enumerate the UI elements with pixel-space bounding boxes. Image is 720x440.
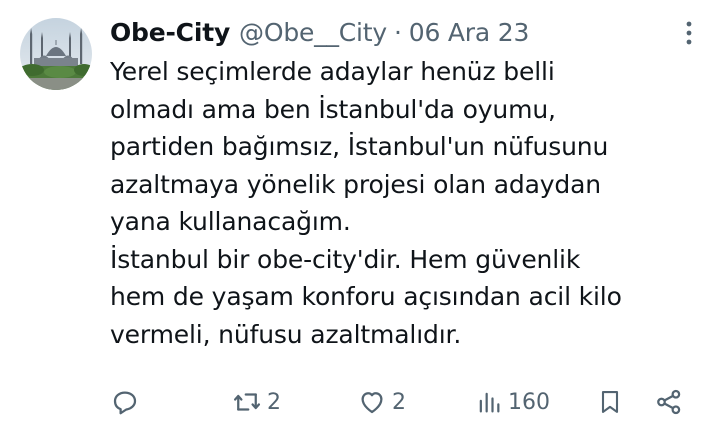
tweet-header: Obe-City @Obe__City · 06 Ara 23	[110, 12, 529, 52]
action-bar: 2 2 160	[0, 382, 720, 426]
tweet-text-line: Yerel seçimlerde adaylar henüz belli	[110, 57, 555, 86]
bookmark-button[interactable]	[596, 382, 624, 422]
like-button[interactable]: 2	[357, 382, 406, 422]
retweet-icon	[232, 387, 262, 417]
views-button[interactable]: 160	[475, 382, 550, 422]
heart-icon	[357, 387, 387, 417]
tweet-text-line: azaltmaya yönelik projesi olan adaydan	[110, 169, 602, 199]
views-icon	[475, 387, 503, 417]
tweet-text: Yerel seçimlerde adaylar henüz belli olm…	[110, 53, 700, 353]
dot-separator: ·	[393, 17, 402, 47]
tweet-card: Obe-City @Obe__City · 06 Ara 23 Yerel se…	[0, 0, 720, 440]
reply-button[interactable]	[110, 382, 140, 422]
display-name[interactable]: Obe-City	[110, 18, 230, 47]
retweet-count: 2	[267, 389, 281, 415]
retweet-button[interactable]: 2	[232, 382, 281, 422]
share-button[interactable]	[654, 382, 684, 422]
tweet-text-line: vermeli, nüfusu azaltmalıdır.	[110, 319, 462, 349]
tweet-text-line: partiden bağımsız, İstanbul'un nüfusunu	[110, 132, 609, 161]
tweet-text-line: olmadı ama ben İstanbul'da oyumu,	[110, 94, 556, 124]
reply-icon	[110, 387, 140, 417]
user-handle[interactable]: @Obe__City	[239, 18, 387, 47]
avatar[interactable]	[20, 18, 92, 90]
tweet-text-line: yana kullanacağım.	[110, 207, 351, 236]
tweet-date[interactable]: 06 Ara 23	[409, 18, 530, 47]
tweet-text-line: İstanbul bir obe-city'dir. Hem güvenlik	[110, 244, 581, 274]
bookmark-icon	[596, 387, 624, 417]
views-count: 160	[508, 389, 550, 415]
like-count: 2	[392, 389, 406, 415]
more-options-icon[interactable]	[684, 20, 694, 46]
share-icon	[654, 387, 684, 417]
tweet-text-line: hem de yaşam konforu açısından acil kilo	[110, 282, 622, 311]
